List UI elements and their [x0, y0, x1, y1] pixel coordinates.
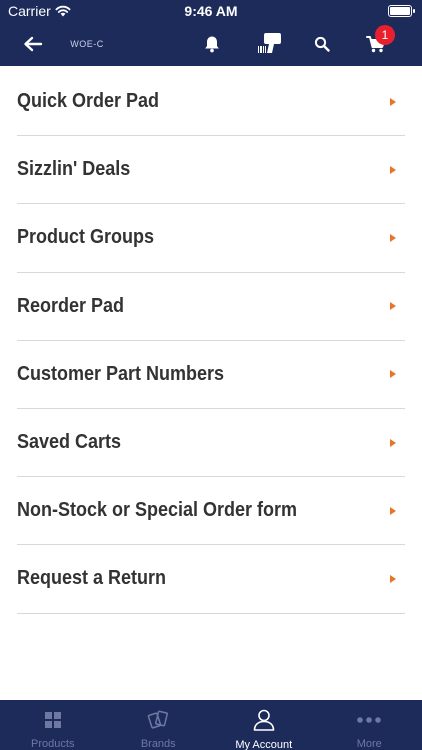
battery-icon	[388, 5, 415, 17]
bell-icon	[205, 36, 219, 53]
tab-label: More	[356, 738, 382, 750]
tab-label: Brands	[140, 738, 176, 750]
search-button[interactable]	[309, 22, 335, 66]
person-icon	[253, 709, 275, 731]
clock: 9:46 AM	[184, 3, 238, 19]
tab-label: My Account	[235, 739, 293, 750]
menu-item-quick-order-pad[interactable]: Quick Order Pad	[17, 68, 405, 137]
menu-item-label: Sizzlin' Deals	[17, 158, 131, 181]
chevron-right-icon	[390, 370, 396, 379]
barcode-scanner-button[interactable]	[254, 22, 286, 66]
menu-item-label: Customer Part Numbers	[17, 362, 225, 385]
notifications-button[interactable]	[198, 22, 226, 66]
more-dots-icon	[357, 716, 382, 723]
menu-item-label: Non-Stock or Special Order form	[17, 499, 298, 522]
back-button[interactable]	[16, 22, 50, 66]
tab-label: Products	[31, 738, 75, 750]
logo-text: WOE-C	[70, 39, 104, 49]
tab-more[interactable]: More	[317, 700, 422, 750]
tab-my-account[interactable]: My Account	[211, 700, 317, 750]
cards-icon	[147, 710, 169, 729]
menu-item-customer-part-numbers[interactable]: Customer Part Numbers	[17, 341, 405, 409]
tab-brands[interactable]: Brands	[106, 700, 212, 750]
menu-item-label: Product Groups	[17, 226, 155, 249]
chevron-right-icon	[390, 574, 396, 583]
menu-item-sizzlin-deals[interactable]: Sizzlin' Deals	[17, 136, 405, 205]
menu-item-reorder-pad[interactable]: Reorder Pad	[17, 273, 405, 341]
chevron-right-icon	[390, 302, 396, 311]
chevron-right-icon	[390, 97, 396, 106]
chevron-right-icon	[390, 506, 396, 515]
menu-item-product-groups[interactable]: Product Groups	[17, 204, 405, 273]
chevron-right-icon	[390, 438, 396, 447]
navigation-bar: WOE-C 1	[0, 22, 422, 66]
menu-item-label: Request a Return	[17, 567, 167, 590]
company-logo: WOE-C	[64, 30, 110, 58]
menu-item-request-a-return[interactable]: Request a Return	[17, 545, 405, 614]
barcode-scanner-icon	[258, 33, 281, 53]
account-menu-list: Quick Order Pad Sizzlin' Deals Product G…	[0, 68, 422, 614]
chevron-right-icon	[390, 165, 396, 174]
cart-count-badge: 1	[375, 25, 395, 45]
grid-icon	[44, 711, 61, 728]
menu-item-label: Saved Carts	[17, 431, 122, 454]
status-bar: Carrier 9:46 AM	[0, 0, 422, 22]
tab-bar: Products Brands My Account More	[0, 700, 422, 750]
menu-item-non-stock-special-order[interactable]: Non-Stock or Special Order form	[17, 477, 405, 546]
menu-item-saved-carts[interactable]: Saved Carts	[17, 409, 405, 478]
chevron-right-icon	[390, 233, 396, 242]
search-icon	[314, 36, 330, 52]
tab-products[interactable]: Products	[0, 700, 106, 750]
menu-item-label: Quick Order Pad	[17, 90, 160, 113]
back-arrow-icon	[24, 36, 43, 52]
menu-item-label: Reorder Pad	[17, 294, 125, 317]
